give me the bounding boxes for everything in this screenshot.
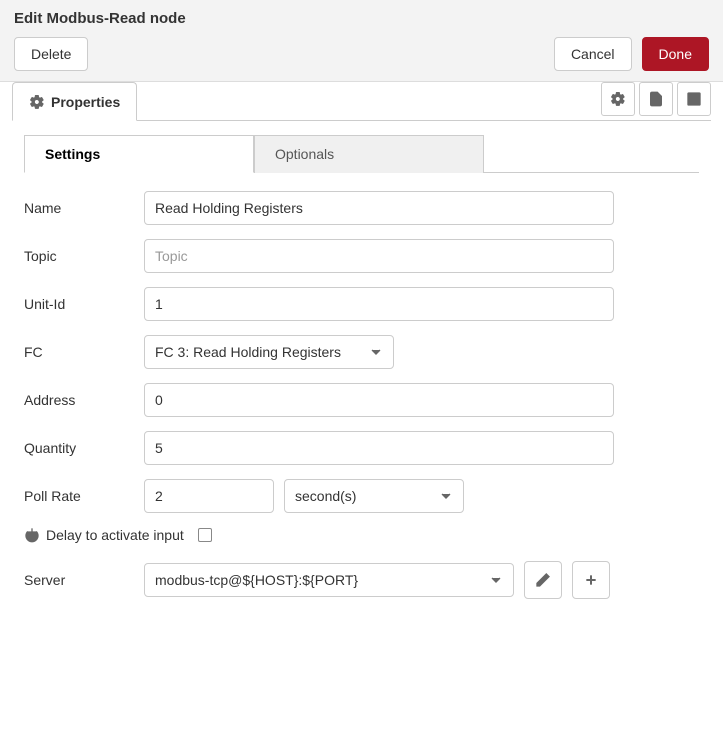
delay-checkbox[interactable] <box>198 528 212 542</box>
topic-input[interactable] <box>144 239 614 273</box>
topic-label: Topic <box>24 248 144 264</box>
page-title: Edit Modbus-Read node <box>14 10 709 27</box>
name-label: Name <box>24 200 144 216</box>
node-description-button[interactable] <box>639 82 673 116</box>
poll-rate-unit-select[interactable]: second(s) <box>284 479 464 513</box>
appearance-icon <box>686 91 702 107</box>
delete-button[interactable]: Delete <box>14 37 88 71</box>
edit-server-button[interactable] <box>524 561 562 599</box>
gear-icon <box>29 94 45 110</box>
server-label: Server <box>24 572 144 588</box>
sub-tab-settings[interactable]: Settings <box>24 135 254 173</box>
address-label: Address <box>24 392 144 408</box>
tab-properties[interactable]: Properties <box>12 82 137 121</box>
fc-label: FC <box>24 344 144 360</box>
gear-icon <box>610 91 626 107</box>
done-button[interactable]: Done <box>642 37 709 71</box>
sub-tab-optionals[interactable]: Optionals <box>254 135 484 173</box>
plus-icon <box>583 572 599 588</box>
power-icon <box>24 527 40 543</box>
node-settings-button[interactable] <box>601 82 635 116</box>
server-select[interactable]: modbus-tcp@${HOST}:${PORT} <box>144 563 514 597</box>
poll-rate-label: Poll Rate <box>24 488 144 504</box>
unit-id-input[interactable] <box>144 287 614 321</box>
poll-rate-input[interactable] <box>144 479 274 513</box>
tab-properties-label: Properties <box>51 94 120 110</box>
fc-select[interactable]: FC 3: Read Holding Registers <box>144 335 394 369</box>
quantity-input[interactable] <box>144 431 614 465</box>
quantity-label: Quantity <box>24 440 144 456</box>
pencil-icon <box>535 572 551 588</box>
unit-id-label: Unit-Id <box>24 296 144 312</box>
cancel-button[interactable]: Cancel <box>554 37 632 71</box>
add-server-button[interactable] <box>572 561 610 599</box>
file-icon <box>648 91 664 107</box>
name-input[interactable] <box>144 191 614 225</box>
node-appearance-button[interactable] <box>677 82 711 116</box>
address-input[interactable] <box>144 383 614 417</box>
delay-label: Delay to activate input <box>46 527 184 543</box>
